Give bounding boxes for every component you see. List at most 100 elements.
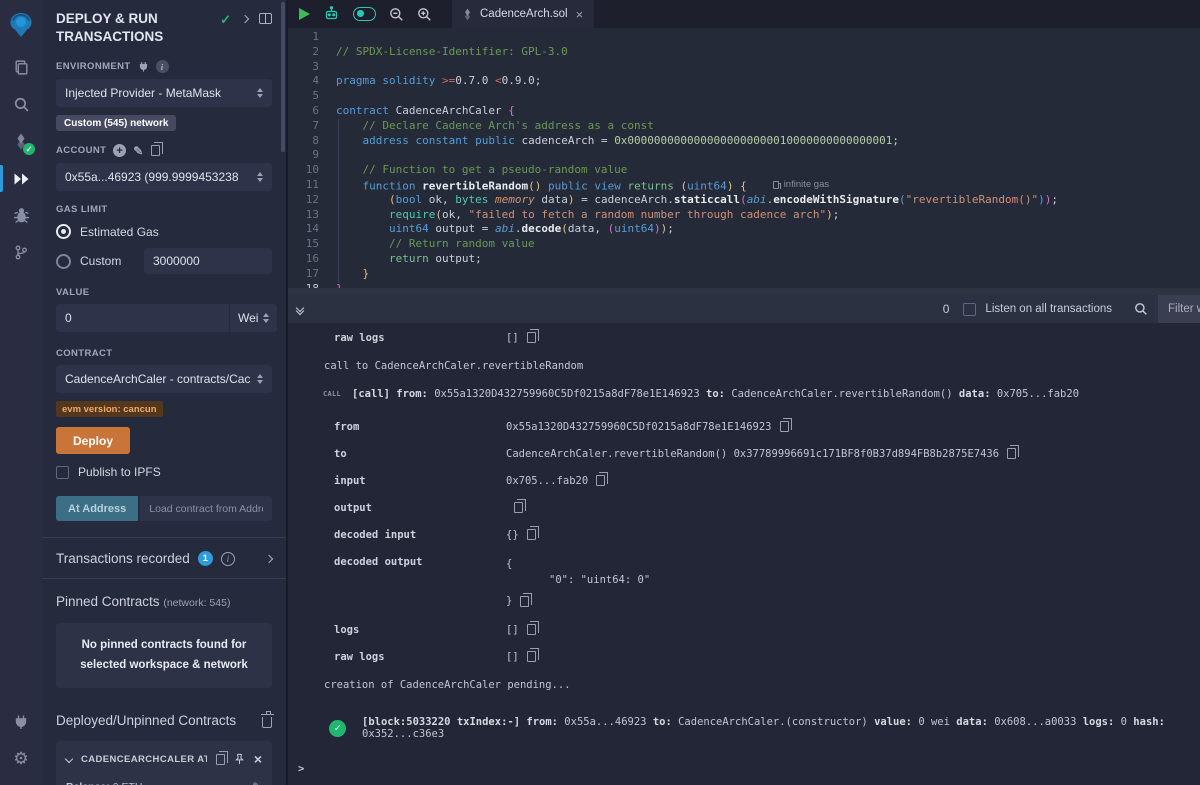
source-control-icon[interactable] — [0, 234, 42, 271]
copilot-toggle[interactable] — [353, 7, 376, 21]
add-account-icon[interactable]: + — [113, 144, 126, 157]
copy-icon[interactable] — [527, 529, 536, 540]
radio-selected-icon[interactable] — [56, 224, 71, 239]
copy-icon[interactable] — [527, 332, 536, 343]
copy-icon[interactable] — [780, 421, 789, 432]
plugin-manager-icon[interactable] — [0, 703, 42, 740]
close-tab-icon[interactable]: × — [576, 7, 584, 22]
listen-checkbox[interactable] — [963, 303, 976, 316]
chevron-right-icon[interactable] — [265, 554, 273, 562]
ai-assistant-icon[interactable] — [323, 6, 340, 22]
search-icon[interactable] — [0, 86, 42, 123]
code-line-7[interactable]: 7 // Declare Cadence Arch's address as a… — [288, 119, 1200, 134]
code-line-12[interactable]: 12 (bool ok, bytes memory data) = cadenc… — [288, 193, 1200, 208]
line-number: 3 — [288, 60, 336, 75]
terminal-search-icon[interactable] — [1134, 302, 1148, 316]
transactions-recorded-row[interactable]: Transactions recorded 1 i — [56, 538, 272, 578]
environment-info-icon[interactable]: i — [156, 60, 169, 73]
pin-panel-icon[interactable] — [259, 13, 272, 24]
copy-icon[interactable] — [1007, 448, 1016, 459]
file-explorer-icon[interactable] — [0, 49, 42, 86]
close-icon[interactable]: × — [254, 752, 262, 766]
copy-address-icon[interactable] — [216, 754, 225, 765]
terminal-log[interactable]: raw logs[]call to CadenceArchCaler.rever… — [288, 323, 1200, 785]
chevron-down-icon[interactable] — [65, 755, 73, 763]
code-line-13[interactable]: 13 require(ok, "failed to fetch a random… — [288, 208, 1200, 223]
radio-icon[interactable] — [56, 254, 71, 269]
value-unit-select[interactable]: Wei — [229, 304, 277, 332]
pinned-contracts-title: Pinned Contracts (network: 545) — [56, 594, 272, 609]
pin-icon[interactable] — [234, 753, 245, 765]
balance-text: Balance: 0 ETH — [66, 781, 142, 785]
editor-scrollbar[interactable] — [288, 288, 1200, 295]
code-line-10[interactable]: 10 // Function to get a pseudo-random va… — [288, 163, 1200, 178]
code-line-1[interactable]: 1 — [288, 30, 1200, 45]
settings-icon[interactable]: ⚙ — [0, 740, 42, 777]
at-address-button[interactable]: At Address — [56, 496, 138, 521]
code-editor[interactable]: 12// SPDX-License-Identifier: GPL-3.034p… — [288, 28, 1200, 295]
copy-icon[interactable] — [527, 651, 536, 662]
value-input[interactable] — [56, 304, 229, 332]
evm-version-badge: evm version: cancun — [56, 401, 163, 417]
pending-tx-count: 0 — [943, 302, 950, 316]
publish-ipfs-option[interactable]: Publish to IPFS — [56, 465, 272, 479]
code-line-17[interactable]: 17 } — [288, 267, 1200, 282]
deploy-run-icon[interactable] — [0, 160, 42, 197]
trash-icon[interactable] — [262, 717, 272, 728]
code-line-4[interactable]: 4pragma solidity >=0.7.0 <0.9.0; — [288, 74, 1200, 89]
account-select[interactable]: 0x55a...46923 (999.9999453238 — [56, 163, 272, 191]
deploy-button[interactable]: Deploy — [56, 427, 130, 454]
code-line-16[interactable]: 16 return output; — [288, 252, 1200, 267]
copy-account-icon[interactable] — [151, 145, 160, 156]
code-line-8[interactable]: 8 address constant public cadenceArch = … — [288, 134, 1200, 149]
select-arrows-icon — [257, 88, 263, 99]
code-line-14[interactable]: 14 uint64 output = abi.decode(data, (uin… — [288, 222, 1200, 237]
copy-icon[interactable] — [596, 475, 605, 486]
line-number: 1 — [288, 30, 336, 45]
solidity-compiler-icon[interactable]: ✓ — [0, 123, 42, 160]
edit-balance-icon[interactable]: ✎ — [252, 781, 262, 785]
panel-title: DEPLOY & RUN TRANSACTIONS — [56, 10, 163, 45]
chevron-right-icon[interactable] — [241, 15, 249, 23]
zoom-out-icon[interactable] — [389, 7, 404, 22]
line-number: 10 — [288, 163, 336, 178]
code-line-5[interactable]: 5 — [288, 89, 1200, 104]
zoom-in-icon[interactable] — [417, 7, 432, 22]
sign-message-icon[interactable]: ✎ — [133, 145, 143, 157]
select-arrows-icon — [257, 374, 263, 385]
code-line-15[interactable]: 15 // Return random value — [288, 237, 1200, 252]
code-line-9[interactable]: 9 — [288, 148, 1200, 163]
code-line-6[interactable]: 6contract CadenceArchCaler { — [288, 104, 1200, 119]
terminal-prompt[interactable]: > — [298, 763, 1200, 775]
expand-terminal-icon[interactable] — [297, 305, 303, 314]
run-script-icon[interactable] — [299, 8, 310, 20]
transactions-info-icon[interactable]: i — [221, 552, 235, 566]
custom-gas-option[interactable]: Custom — [56, 248, 272, 274]
contract-select[interactable]: CadenceArchCaler - contracts/Cac — [56, 365, 272, 393]
tab-cadencearch[interactable]: CadenceArch.sol × — [452, 0, 594, 28]
terminal-call-row[interactable]: call[call] from: 0x55a1320D432759960C5Df… — [323, 388, 1200, 400]
line-number: 12 — [288, 193, 336, 208]
checkbox-icon[interactable] — [56, 466, 69, 479]
code-line-3[interactable]: 3 — [288, 60, 1200, 75]
estimated-gas-option[interactable]: Estimated Gas — [56, 224, 272, 239]
copy-icon[interactable] — [520, 596, 529, 607]
remix-logo-icon[interactable] — [0, 5, 42, 45]
debugger-icon[interactable] — [0, 197, 42, 234]
terminal-block-row[interactable]: ✓[block:5033220 txIndex:-] from: 0x55a..… — [329, 716, 1200, 740]
copy-icon[interactable] — [527, 624, 536, 635]
panel-scrollbar[interactable] — [281, 2, 285, 152]
transactions-recorded-label: Transactions recorded — [56, 551, 190, 566]
line-number: 15 — [288, 237, 336, 252]
estimated-gas-text: Estimated Gas — [80, 225, 159, 239]
at-address-input[interactable] — [140, 496, 272, 521]
environment-select[interactable]: Injected Provider - MetaMask — [56, 79, 272, 107]
account-label: ACCOUNT + ✎ — [56, 144, 272, 157]
code-line-11[interactable]: 11 function revertibleRandom() public vi… — [288, 178, 1200, 193]
code-line-2[interactable]: 2// SPDX-License-Identifier: GPL-3.0 — [288, 45, 1200, 60]
line-number: 6 — [288, 104, 336, 119]
copy-icon[interactable] — [514, 502, 523, 513]
custom-gas-input[interactable] — [144, 248, 272, 274]
terminal-filter-input[interactable] — [1158, 295, 1200, 323]
line-number: 2 — [288, 45, 336, 60]
